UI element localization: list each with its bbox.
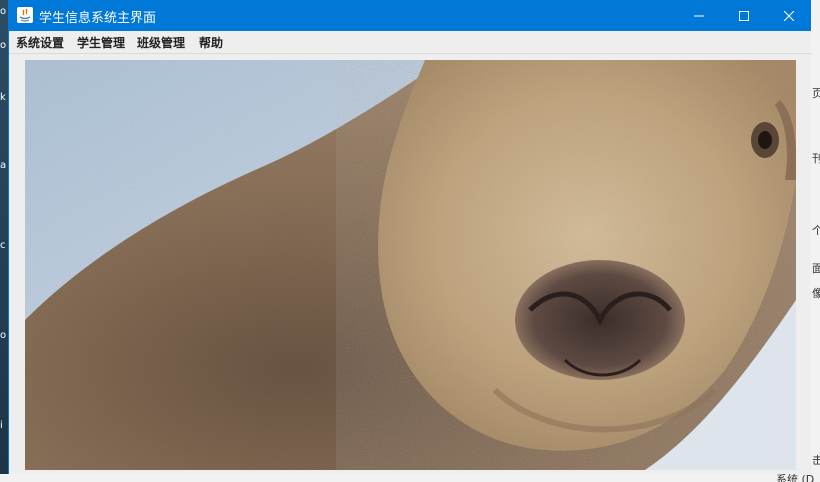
close-button[interactable]: [766, 0, 811, 31]
menu-class-management[interactable]: 班级管理: [137, 34, 185, 51]
desktop-right-edge: 页 刊 个 面 像 击: [811, 0, 820, 482]
menu-system-settings[interactable]: 系统设置: [16, 34, 64, 51]
maximize-button[interactable]: [721, 0, 766, 31]
title-bar[interactable]: 学生信息系统主界面: [9, 0, 811, 31]
close-icon: [783, 6, 794, 25]
sheep-photo: [25, 60, 796, 470]
window-title: 学生信息系统主界面: [39, 11, 157, 26]
maximize-icon: [738, 6, 749, 25]
desktop-left-edge: o o k a c o i: [0, 0, 8, 482]
content-area: [9, 54, 811, 474]
menu-bar: 系统设置 学生管理 班级管理 帮助: [9, 31, 811, 54]
main-window: 学生信息系统主界面 系统设置 学生管理 班级管理 帮助: [8, 0, 811, 474]
desktop-bottom-edge: 系统 (D: [0, 473, 820, 482]
menu-student-management[interactable]: 学生管理: [77, 34, 125, 51]
minimize-icon: [693, 6, 704, 25]
minimize-button[interactable]: [676, 0, 721, 31]
java-app-icon: [17, 7, 33, 23]
menu-help[interactable]: 帮助: [199, 34, 223, 51]
